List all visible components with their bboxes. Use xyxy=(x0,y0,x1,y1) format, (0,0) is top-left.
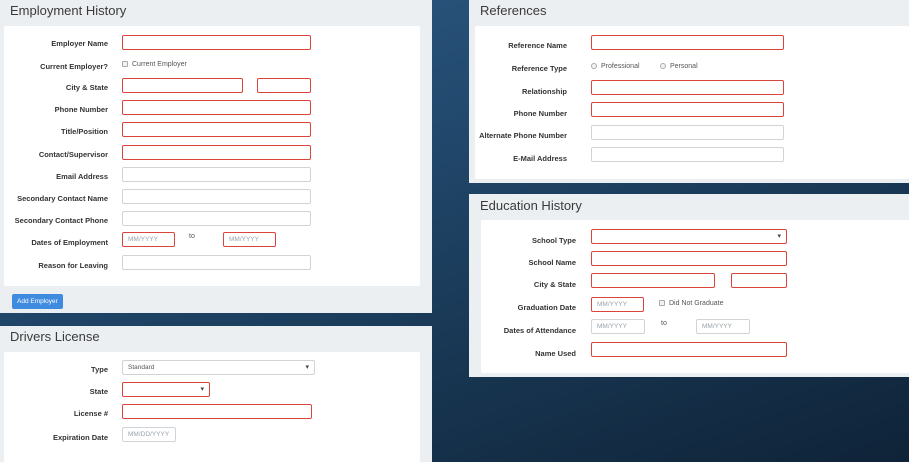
school-state-input[interactable] xyxy=(731,273,787,288)
graduation-date-input[interactable]: MM/YYYY xyxy=(591,297,644,312)
attendance-to-text: to xyxy=(661,320,667,327)
city-input[interactable] xyxy=(122,78,243,93)
reference-type-label: Reference Type xyxy=(511,64,567,73)
secondary-contact-phone-input[interactable] xyxy=(122,211,311,226)
license-type-select[interactable]: Standard ▾ xyxy=(122,360,315,375)
current-employer-checkbox[interactable]: Current Employer xyxy=(122,61,187,68)
license-type-value: Standard xyxy=(128,364,155,371)
school-type-label: School Type xyxy=(531,236,576,245)
city-state-label: City & State xyxy=(65,83,108,92)
employment-history-title: Employment History xyxy=(10,3,127,18)
employment-form-card: Employer Name Current Employer? Current … xyxy=(4,26,420,286)
school-name-label: School Name xyxy=(528,258,576,267)
license-type-label: Type xyxy=(91,365,108,374)
radio-icon xyxy=(591,63,597,70)
references-title: References xyxy=(480,3,547,18)
school-city-input[interactable] xyxy=(591,273,715,288)
secondary-contact-name-label: Secondary Contact Name xyxy=(17,194,108,203)
license-state-label: State xyxy=(89,387,108,396)
checkbox-icon xyxy=(659,300,665,307)
email-address-label: Email Address xyxy=(56,172,108,181)
employment-end-date-input[interactable]: MM/YYYY xyxy=(223,232,276,247)
checkbox-icon xyxy=(122,61,128,68)
employment-start-date-input[interactable]: MM/YYYY xyxy=(122,232,175,247)
references-panel: References Reference Name Reference Type… xyxy=(469,0,909,183)
alternate-phone-label: Alternate Phone Number xyxy=(479,131,567,140)
phone-number-input[interactable] xyxy=(122,100,311,115)
school-city-state-label: City & State xyxy=(533,280,576,289)
license-state-select[interactable]: ▾ xyxy=(122,382,210,397)
graduation-date-label: Graduation Date xyxy=(517,303,576,312)
radio-icon xyxy=(660,63,666,70)
expiration-date-input[interactable]: MM/DD/YYYY xyxy=(122,427,176,442)
state-input[interactable] xyxy=(257,78,311,93)
employer-name-label: Employer Name xyxy=(51,39,108,48)
reference-phone-label: Phone Number xyxy=(513,109,567,118)
did-not-graduate-checkbox[interactable]: Did Not Graduate xyxy=(659,300,723,307)
add-employer-button[interactable]: Add Employer xyxy=(12,294,63,309)
current-employer-option-label: Current Employer xyxy=(132,61,187,68)
secondary-contact-phone-label: Secondary Contact Phone xyxy=(14,216,108,225)
secondary-contact-name-input[interactable] xyxy=(122,189,311,204)
contact-supervisor-label: Contact/Supervisor xyxy=(38,150,108,159)
drivers-license-card: Type Standard ▾ State ▾ License # Expira… xyxy=(4,352,420,462)
reference-type-professional-radio[interactable]: Professional xyxy=(591,63,640,70)
education-history-title: Education History xyxy=(480,198,582,213)
drivers-license-title: Drivers License xyxy=(10,329,100,344)
school-type-select[interactable]: ▾ xyxy=(591,229,787,244)
employer-name-input[interactable] xyxy=(122,35,311,50)
reference-type-personal-radio[interactable]: Personal xyxy=(660,63,698,70)
education-history-panel: Education History School Type ▾ School N… xyxy=(469,194,909,377)
attendance-end-input[interactable]: MM/YYYY xyxy=(696,319,750,334)
reason-for-leaving-input[interactable] xyxy=(122,255,311,270)
dates-of-attendance-label: Dates of Attendance xyxy=(503,326,576,335)
alternate-phone-input[interactable] xyxy=(591,125,784,140)
relationship-label: Relationship xyxy=(521,87,567,96)
drivers-license-panel: Drivers License Type Standard ▾ State ▾ … xyxy=(0,326,432,462)
phone-number-label: Phone Number xyxy=(54,105,108,114)
license-number-label: License # xyxy=(73,409,108,418)
name-used-label: Name Used xyxy=(535,349,576,358)
personal-option-label: Personal xyxy=(670,63,698,70)
reason-for-leaving-label: Reason for Leaving xyxy=(38,261,108,270)
contact-supervisor-input[interactable] xyxy=(122,145,311,160)
education-form-card: School Type ▾ School Name City & State G… xyxy=(481,220,909,373)
relationship-input[interactable] xyxy=(591,80,784,95)
reference-email-label: E-Mail Address xyxy=(513,154,567,163)
attendance-start-input[interactable]: MM/YYYY xyxy=(591,319,645,334)
license-number-input[interactable] xyxy=(122,404,312,419)
email-address-input[interactable] xyxy=(122,167,311,182)
reference-email-input[interactable] xyxy=(591,147,784,162)
dropdown-arrow-icon: ▾ xyxy=(305,364,309,371)
professional-option-label: Professional xyxy=(601,63,640,70)
reference-phone-input[interactable] xyxy=(591,102,784,117)
dropdown-arrow-icon: ▾ xyxy=(200,386,204,393)
date-range-to-text: to xyxy=(189,233,195,240)
reference-name-label: Reference Name xyxy=(508,41,567,50)
did-not-graduate-label: Did Not Graduate xyxy=(669,300,724,307)
employment-history-panel: Employment History Employer Name Current… xyxy=(0,0,432,313)
current-employer-label: Current Employer? xyxy=(40,62,108,71)
references-card: Reference Name Reference Type Profession… xyxy=(475,26,909,179)
name-used-input[interactable] xyxy=(591,342,787,357)
dropdown-arrow-icon: ▾ xyxy=(777,233,781,240)
title-position-label: Title/Position xyxy=(61,127,108,136)
expiration-date-label: Expiration Date xyxy=(52,433,108,442)
school-name-input[interactable] xyxy=(591,251,787,266)
dates-of-employment-label: Dates of Employment xyxy=(31,238,108,247)
reference-name-input[interactable] xyxy=(591,35,784,50)
title-position-input[interactable] xyxy=(122,122,311,137)
